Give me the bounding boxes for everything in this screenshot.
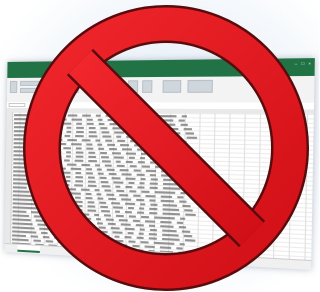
illustration: – □ × — [0, 0, 319, 292]
prohibition-slash — [66, 48, 266, 248]
no-entry-prohibition-icon — [23, 5, 309, 291]
